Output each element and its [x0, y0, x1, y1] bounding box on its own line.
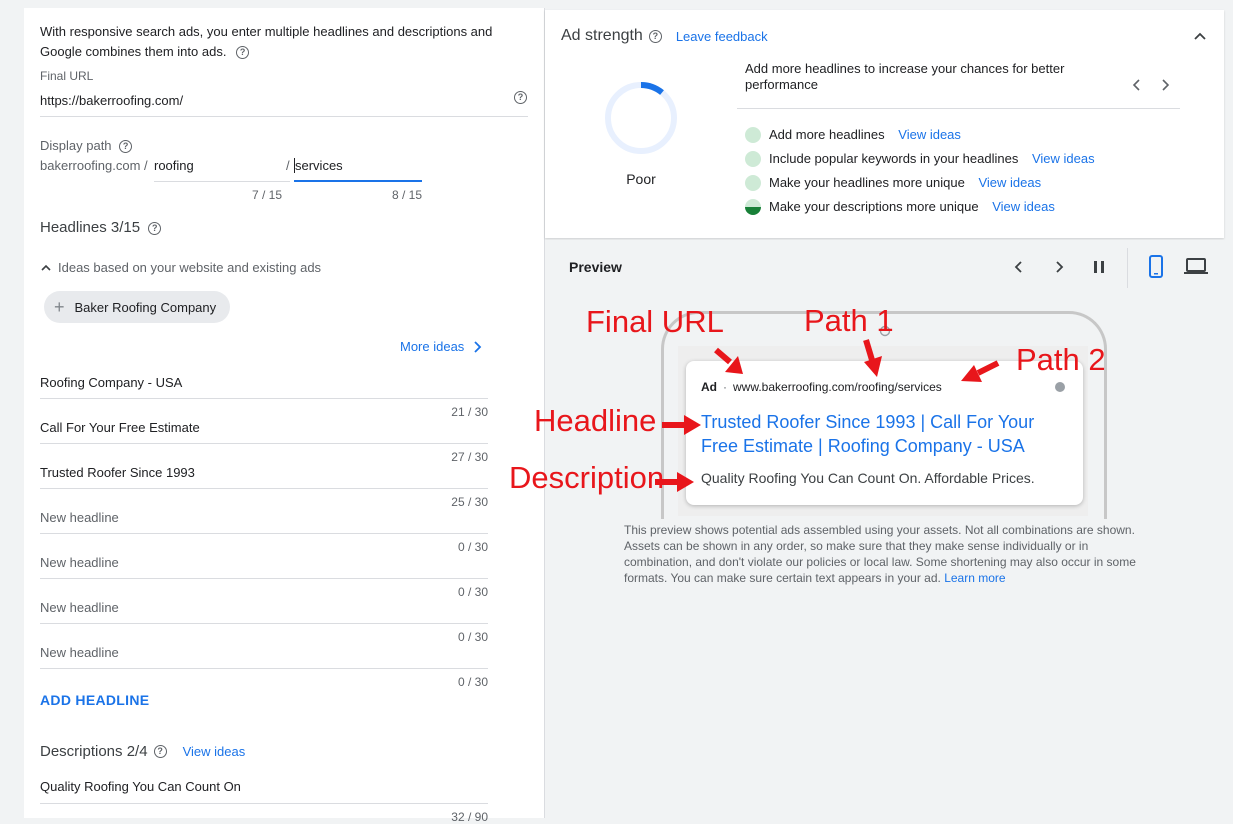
chevron-up-icon	[41, 264, 51, 271]
headline-underline	[40, 443, 488, 444]
path2-input[interactable]: services	[294, 158, 343, 173]
path1-input[interactable]: roofing	[154, 158, 194, 173]
desktop-view-icon[interactable]	[1183, 257, 1209, 277]
display-path-help-icon[interactable]: ?	[119, 140, 133, 154]
headline-underline	[40, 578, 488, 579]
suggestion-item-3: Make your headlines more unique View ide…	[769, 175, 1042, 190]
suggestion-status-icon	[745, 127, 761, 143]
headline-underline	[40, 623, 488, 624]
headline-input-3[interactable]: Trusted Roofer Since 1993	[40, 465, 195, 480]
ad-badge: Ad	[701, 380, 717, 394]
display-path-label: Display path ?	[40, 138, 133, 154]
headline-input-1[interactable]: Roofing Company - USA	[40, 375, 182, 390]
suggestion-item-1: Add more headlines View ideas	[769, 127, 961, 142]
final-url-underline	[40, 116, 528, 117]
path2-counter: 8 / 15	[391, 188, 422, 202]
preview-title: Preview	[569, 259, 622, 275]
headline-underline	[40, 488, 488, 489]
display-path-domain: bakerroofing.com /	[40, 158, 148, 173]
strength-rating: Poor	[626, 171, 656, 187]
headlines-title: Headlines 3/15 ?	[40, 219, 162, 236]
headline-counter: 0 / 30	[457, 630, 488, 644]
collapse-chevron-icon[interactable]	[1193, 30, 1207, 44]
description-input-1[interactable]: Quality Roofing You Can Count On	[40, 779, 241, 794]
mobile-view-icon[interactable]	[1146, 255, 1166, 279]
suggestion-item-4: Make your descriptions more unique View …	[769, 199, 1055, 214]
add-headline-button[interactable]: ADD HEADLINE	[40, 692, 149, 708]
description-underline	[40, 803, 488, 804]
ad-headline[interactable]: Trusted Roofer Since 1993 | Call For You…	[701, 410, 1034, 458]
description-counter: 32 / 90	[451, 810, 488, 824]
preview-disclaimer: This preview shows potential ads assembl…	[624, 523, 1136, 585]
preview-prev-icon[interactable]	[1011, 259, 1027, 275]
view-ideas-link[interactable]: View ideas	[898, 127, 961, 142]
headline-counter: 0 / 30	[457, 585, 488, 599]
leave-feedback-link[interactable]: Leave feedback	[676, 29, 768, 44]
path1-counter: 7 / 15	[251, 188, 282, 202]
suggestion-status-icon	[745, 151, 761, 167]
ad-strength-help-icon[interactable]: ?	[648, 29, 662, 43]
headline-input-7[interactable]: New headline	[40, 645, 119, 660]
pause-icon[interactable]	[1091, 259, 1107, 275]
annotation-path-2: Path 2	[1016, 342, 1106, 377]
annotation-description: Description	[509, 460, 665, 495]
ideas-toggle[interactable]: Ideas based on your website and existing…	[40, 260, 321, 275]
headline-counter: 21 / 30	[451, 405, 488, 419]
headline-input-5[interactable]: New headline	[40, 555, 119, 570]
descriptions-help-icon[interactable]: ?	[153, 745, 167, 758]
toolbar-divider	[1127, 248, 1128, 288]
headline-input-4[interactable]: New headline	[40, 510, 119, 525]
view-ideas-link[interactable]: View ideas	[978, 175, 1041, 190]
ad-url-line: Ad · www.bakerroofing.com/roofing/servic…	[701, 380, 942, 394]
headline-counter: 0 / 30	[457, 540, 488, 554]
descriptions-title: Descriptions 2/4 ? View ideas	[40, 743, 246, 760]
headline-underline	[40, 398, 488, 399]
ad-preview-card: Ad · www.bakerroofing.com/roofing/servic…	[686, 361, 1083, 505]
strength-tip: Add more headlines to increase your chan…	[745, 61, 1065, 92]
annotation-path-1: Path 1	[804, 303, 894, 338]
ad-url: www.bakerroofing.com/roofing/services	[733, 380, 942, 394]
descriptions-view-ideas-link[interactable]: View ideas	[183, 744, 246, 759]
headline-underline	[40, 668, 488, 669]
path1-underline	[154, 181, 290, 182]
learn-more-link[interactable]: Learn more	[944, 571, 1005, 585]
ad-info-icon[interactable]	[1055, 382, 1065, 392]
suggestion-status-icon	[745, 199, 761, 215]
headline-counter: 27 / 30	[451, 450, 488, 464]
path-separator: /	[286, 158, 290, 173]
view-ideas-link[interactable]: View ideas	[1032, 151, 1095, 166]
tip-prev-icon[interactable]	[1130, 78, 1144, 92]
headline-underline	[40, 533, 488, 534]
preview-next-icon[interactable]	[1051, 259, 1067, 275]
final-url-help-icon[interactable]: ?	[514, 91, 527, 104]
headlines-help-icon[interactable]: ?	[148, 221, 162, 235]
intro-text: With responsive search ads, you enter mu…	[40, 24, 493, 60]
ad-strength-card: Ad strength ? Leave feedback Poor Add mo…	[545, 10, 1224, 238]
tip-next-icon[interactable]	[1158, 78, 1172, 92]
final-url-label: Final URL	[40, 69, 94, 83]
idea-chip[interactable]: + Baker Roofing Company	[44, 291, 231, 323]
view-ideas-link[interactable]: View ideas	[992, 199, 1055, 214]
suggestion-status-icon	[745, 175, 761, 191]
asset-editor-panel: With responsive search ads, you enter mu…	[24, 8, 545, 824]
final-url-input[interactable]: https://bakerroofing.com/	[40, 93, 183, 108]
headline-counter: 0 / 30	[457, 675, 488, 689]
chevron-right-icon	[474, 340, 482, 353]
suggestion-item-2: Include popular keywords in your headlin…	[769, 151, 1095, 166]
strength-gauge	[605, 82, 677, 154]
ad-description: Quality Roofing You Can Count On. Afford…	[701, 470, 1035, 486]
annotation-headline: Headline	[534, 403, 657, 438]
ad-strength-header: Ad strength ? Leave feedback	[561, 27, 768, 44]
ad-url-separator: ·	[723, 380, 727, 394]
headline-input-2[interactable]: Call For Your Free Estimate	[40, 420, 200, 435]
more-ideas-link[interactable]: More ideas	[400, 339, 484, 354]
plus-icon: +	[54, 297, 65, 317]
help-icon[interactable]: ?	[236, 46, 250, 60]
headline-input-6[interactable]: New headline	[40, 600, 119, 615]
path2-underline	[294, 180, 422, 182]
annotation-final-url: Final URL	[586, 304, 724, 339]
tip-divider	[737, 108, 1180, 109]
headline-counter: 25 / 30	[451, 495, 488, 509]
